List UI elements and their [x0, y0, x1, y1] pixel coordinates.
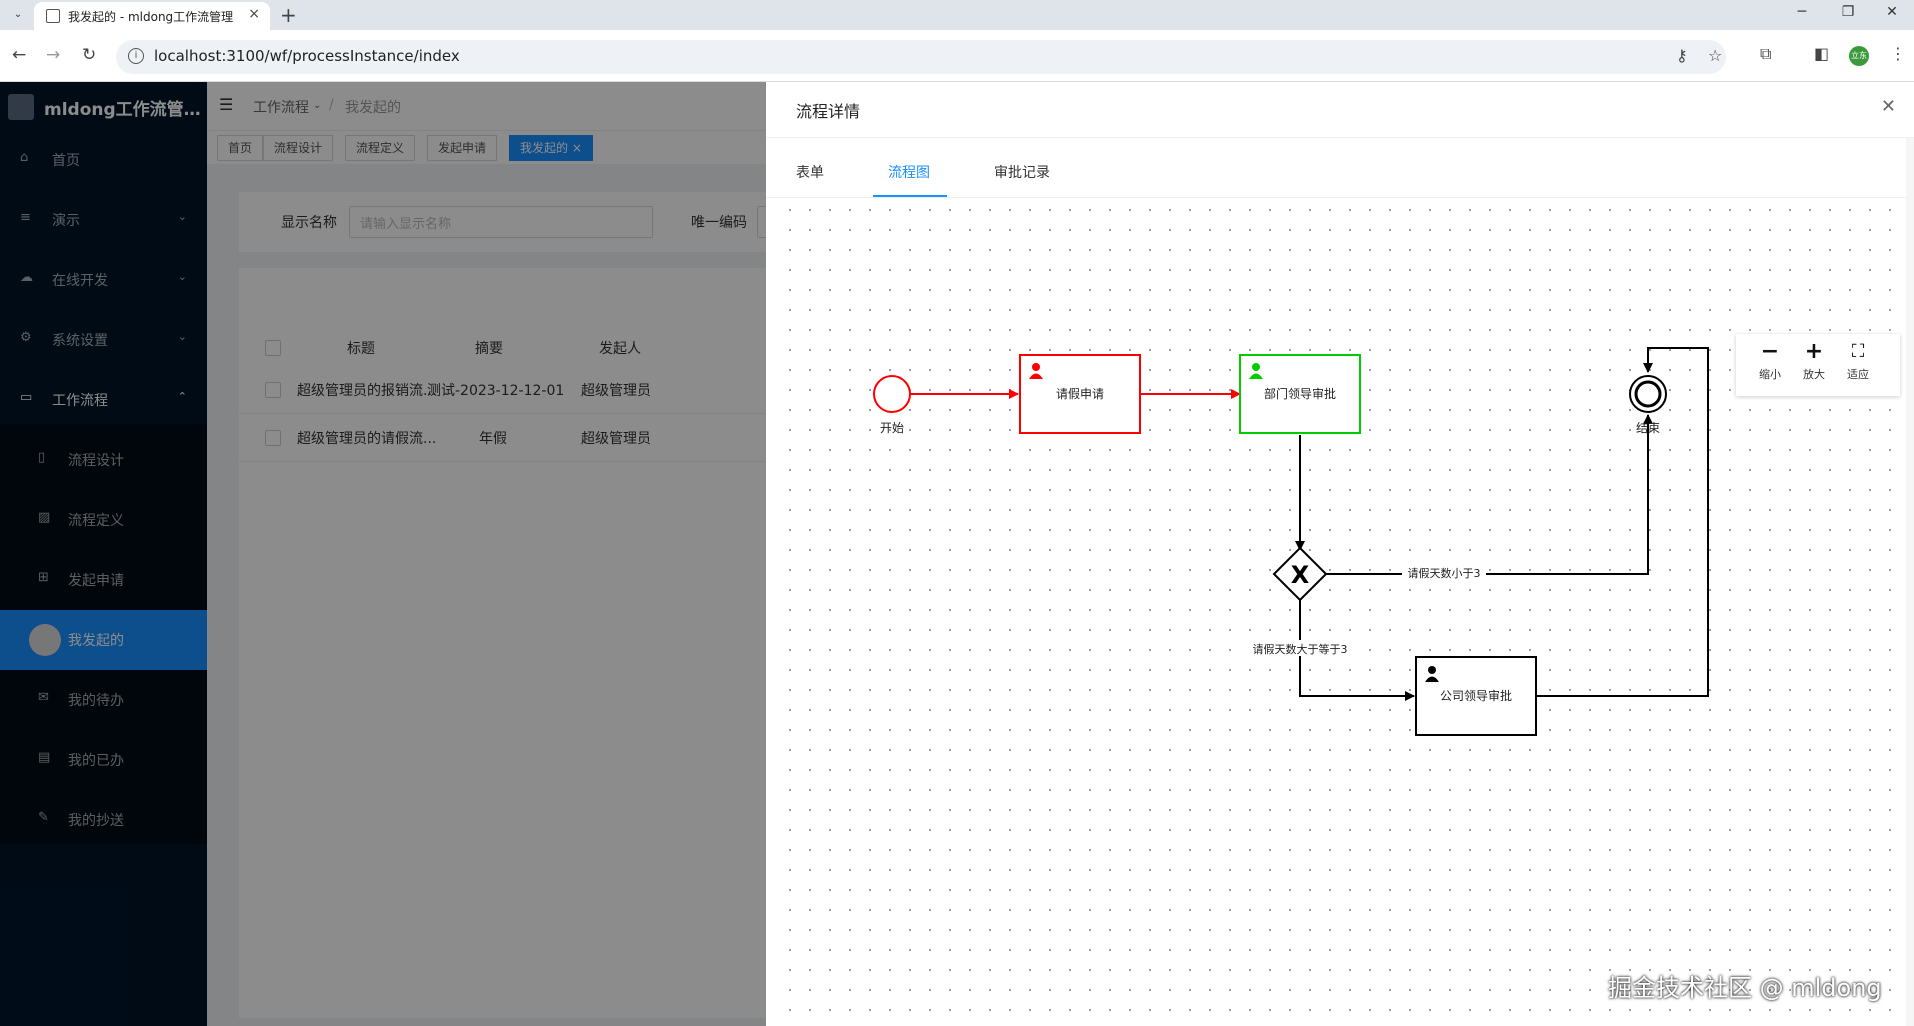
process-detail-drawer: 流程详情 ✕ 表单 流程图 审批记录 开始 请假申请 部门领导审批 X 请假天数… — [766, 82, 1914, 1026]
condition-label-lt: 请假天数小于3 — [1408, 566, 1481, 580]
browser-menu-icon[interactable]: ⋮ — [1890, 44, 1906, 63]
drawer-header: 流程详情 ✕ — [766, 82, 1914, 138]
tab-form[interactable]: 表单 — [796, 162, 824, 182]
profile-avatar[interactable]: 立东 — [1849, 46, 1869, 66]
new-tab-icon[interactable]: + — [280, 3, 297, 27]
page-favicon-icon — [46, 9, 60, 23]
fit-screen-icon: ⛶ — [1851, 341, 1865, 362]
fit-label: 适应 — [1847, 368, 1869, 381]
drawer-scrollbar[interactable] — [1906, 138, 1914, 1026]
address-bar[interactable]: i localhost:3100/wf/processInstance/inde… — [116, 40, 1726, 74]
start-label: 开始 — [880, 421, 904, 435]
edge-gateway-to-end — [1326, 414, 1653, 575]
browser-toolbar: ← → ↻ i localhost:3100/wf/processInstanc… — [0, 30, 1914, 82]
window-close-icon[interactable]: ✕ — [1872, 4, 1912, 20]
end-event-inner — [1634, 380, 1662, 408]
fit-button[interactable]: ⛶ 适应 — [1838, 340, 1878, 382]
browser-tab-strip: ⌄ 我发起的 - mldong工作流管理 × + ─ ❐ ✕ — [0, 0, 1914, 30]
flow-canvas[interactable]: 开始 请假申请 部门领导审批 X 请假天数小于3 请假天数大于等于3 公司领导审… — [780, 200, 1900, 1026]
tab-flowchart[interactable]: 流程图 — [888, 162, 930, 182]
drawer-tabs: 表单 流程图 审批记录 — [766, 138, 1914, 198]
site-info-icon[interactable]: i — [128, 48, 144, 64]
bookmark-star-icon[interactable]: ☆ — [1708, 46, 1722, 65]
task-label: 部门领导审批 — [1264, 386, 1336, 401]
end-label: 结束 — [1636, 421, 1660, 435]
reload-icon[interactable]: ↻ — [82, 45, 96, 65]
task-label: 公司领导审批 — [1440, 688, 1512, 703]
gateway-x-icon: X — [1291, 561, 1310, 589]
browser-tab[interactable]: 我发起的 - mldong工作流管理 × — [34, 2, 270, 30]
zoom-in-button[interactable]: + 放大 — [1794, 340, 1834, 382]
side-panel-icon[interactable]: ◧ — [1814, 44, 1829, 63]
url-text: localhost:3100/wf/processInstance/index — [154, 47, 460, 65]
restore-icon[interactable]: ❐ — [1828, 4, 1868, 20]
zoom-toolbox: − 缩小 + 放大 ⛶ 适应 — [1736, 334, 1900, 396]
minimize-icon[interactable]: ─ — [1782, 4, 1822, 20]
zoom-out-label: 缩小 — [1759, 368, 1781, 381]
zoom-in-label: 放大 — [1803, 368, 1825, 381]
zoom-out-button[interactable]: − 缩小 — [1750, 340, 1790, 382]
tab-ink-bar — [873, 195, 947, 197]
minus-icon: − — [1760, 339, 1780, 364]
task-label: 请假申请 — [1056, 387, 1104, 401]
start-event[interactable] — [873, 375, 911, 413]
drawer-title: 流程详情 — [796, 102, 861, 121]
plus-icon: + — [1804, 339, 1824, 364]
watermark: 掘金技术社区 @ mldong — [1608, 974, 1882, 1002]
flow-diagram: 开始 请假申请 部门领导审批 X 请假天数小于3 请假天数大于等于3 公司领导审… — [873, 347, 1709, 736]
extensions-icon[interactable]: ⧉ — [1760, 44, 1771, 64]
tab-search-chevron-icon[interactable]: ⌄ — [8, 5, 28, 25]
forward-icon[interactable]: → — [46, 45, 60, 65]
close-icon[interactable]: ✕ — [1881, 96, 1896, 117]
tab-title: 我发起的 - mldong工作流管理 — [68, 10, 234, 24]
tab-approval-records[interactable]: 审批记录 — [994, 162, 1050, 182]
tab-close-icon[interactable]: × — [248, 6, 260, 22]
password-key-icon[interactable]: ⚷ — [1676, 46, 1688, 65]
condition-label-ge: 请假天数大于等于3 — [1253, 642, 1348, 656]
edge-company-to-end — [1536, 347, 1709, 697]
back-icon[interactable]: ← — [12, 45, 26, 65]
